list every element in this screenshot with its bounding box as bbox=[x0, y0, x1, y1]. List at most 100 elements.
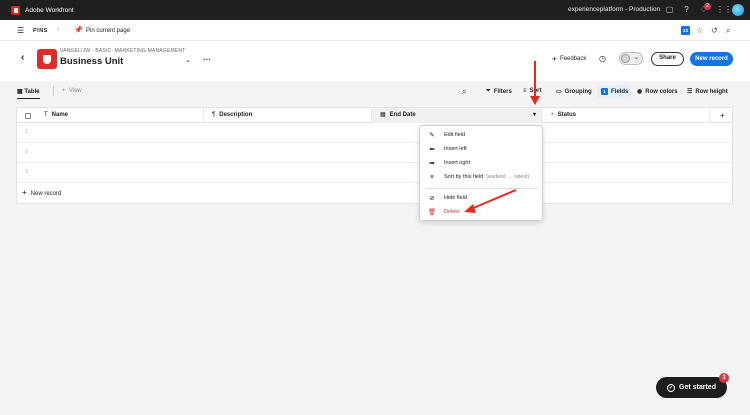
row-number: 2 bbox=[25, 149, 28, 155]
pins-label[interactable]: PINS bbox=[33, 28, 48, 34]
grouping-button[interactable]: ▭ Grouping bbox=[556, 88, 592, 96]
table-header: T Name ¶ Description ▦ End Date ▾ ◔ Status + bbox=[17, 108, 732, 123]
page-title: Business Unit bbox=[60, 56, 124, 67]
grouping-label: Grouping bbox=[564, 88, 592, 95]
check-circle-icon: ✓ bbox=[667, 383, 676, 392]
chevron-down-icon[interactable]: ⌄ bbox=[185, 56, 191, 64]
plus-icon: + bbox=[22, 188, 27, 197]
chevron-down-icon[interactable]: ▾ bbox=[533, 108, 536, 123]
megaphone-icon: ✈ bbox=[552, 57, 558, 63]
divider bbox=[53, 86, 54, 96]
row-number: 3 bbox=[25, 169, 28, 175]
tab-table-view[interactable]: ▦ Table bbox=[17, 88, 40, 99]
text-field-icon: T bbox=[44, 112, 48, 118]
row-height-label: Row height bbox=[695, 88, 728, 95]
feedback-button[interactable]: ✈ Feedback bbox=[552, 56, 586, 63]
fields-label: Fields bbox=[611, 88, 629, 95]
search-icon[interactable]: ⌕ bbox=[726, 26, 730, 36]
sort-button[interactable]: ≡ Sort bbox=[523, 88, 542, 94]
add-column-button[interactable]: + bbox=[720, 111, 725, 120]
row-colors-label: Row colors bbox=[645, 88, 678, 95]
view-toolbar: ▦ Table + View ⌕ ⏷ Filters ≡ Sort ▭ Groupin… bbox=[0, 81, 750, 103]
table-row[interactable]: 1 bbox=[17, 123, 732, 143]
menu-divider bbox=[426, 188, 538, 189]
app-name[interactable]: Adobe Workfront bbox=[25, 7, 74, 14]
chat-icon[interactable]: ▢ bbox=[665, 5, 674, 14]
fields-button[interactable]: 1 Fields bbox=[601, 88, 628, 95]
pin-icon[interactable]: 📌 bbox=[74, 26, 83, 34]
row-colors-button[interactable]: ◉ Row colors bbox=[637, 88, 678, 96]
get-started-badge: 3 bbox=[719, 373, 729, 383]
business-unit-icon bbox=[37, 49, 57, 69]
select-all-checkbox[interactable] bbox=[25, 113, 31, 119]
menu-item-label: Sort by this field bbox=[444, 174, 484, 180]
pin-current-page-button[interactable]: Pin current page bbox=[86, 28, 130, 34]
column-label: End Date bbox=[389, 112, 416, 118]
collaborators-toggle[interactable]: ⌄ bbox=[619, 52, 643, 65]
calendar-icon[interactable]: 23 bbox=[681, 26, 690, 35]
add-view-button[interactable]: + View bbox=[62, 88, 82, 94]
filter-icon: ⏷ bbox=[486, 88, 491, 94]
records-table: T Name ¶ Description ▦ End Date ▾ ◔ Status + … bbox=[16, 107, 733, 204]
menu-item-insert-right[interactable]: ➡ Insert right bbox=[420, 157, 544, 169]
eye-off-icon: ⊘ bbox=[429, 195, 435, 202]
menu-item-label: Edit field bbox=[444, 132, 466, 138]
row-height-icon: ☰ bbox=[687, 89, 693, 95]
chevron-right-icon: › bbox=[57, 26, 60, 33]
column-header-description[interactable]: ¶ Description bbox=[204, 108, 372, 123]
help-icon[interactable]: ? bbox=[682, 5, 691, 14]
search-icon[interactable]: ⌕ bbox=[462, 87, 466, 97]
user-avatar[interactable] bbox=[732, 4, 744, 16]
column-header-status[interactable]: ◔ Status bbox=[542, 108, 710, 123]
more-icon[interactable]: ··· bbox=[203, 55, 211, 64]
page-header: ‹ VANGELIJW - BASIC: MARKETING MANAGEMEN… bbox=[0, 41, 750, 81]
menu-item-insert-left[interactable]: ⬅ Insert left bbox=[420, 143, 544, 155]
palette-icon: ◉ bbox=[637, 89, 643, 95]
calendar-icon: ▦ bbox=[380, 112, 386, 118]
paragraph-icon: ¶ bbox=[212, 112, 216, 118]
pencil-icon: ✎ bbox=[429, 132, 435, 139]
column-label: Status bbox=[557, 112, 576, 118]
sort-label: Sort bbox=[529, 88, 542, 94]
trash-icon: 🗑 bbox=[427, 209, 437, 216]
get-started-button[interactable]: ✓ Get started 3 bbox=[656, 373, 729, 398]
table-row[interactable]: 2 bbox=[17, 143, 732, 163]
apps-grid-icon[interactable]: ⋮⋮ bbox=[716, 5, 732, 14]
new-record-row-button[interactable]: + New record bbox=[17, 183, 732, 203]
breadcrumb[interactable]: VANGELIJW - BASIC: MARKETING MANAGEMENT bbox=[60, 48, 186, 54]
pins-bar: ☰ PINS › 📌 Pin current page 23 ☆ ↺ ⌕ bbox=[0, 20, 750, 41]
fields-count-badge: 1 bbox=[601, 88, 608, 95]
recent-icon[interactable]: ↺ bbox=[711, 26, 718, 35]
org-switcher[interactable]: experienceplatform - Production bbox=[568, 6, 660, 13]
menu-item-hide-field[interactable]: ⊘ Hide field bbox=[420, 192, 544, 204]
workfront-logo-icon[interactable] bbox=[11, 5, 20, 15]
star-icon[interactable]: ☆ bbox=[696, 26, 703, 35]
notification-badge: 2 bbox=[704, 3, 711, 10]
column-header-end-date[interactable]: ▦ End Date ▾ bbox=[372, 108, 542, 123]
menu-item-label: Delete bbox=[444, 209, 460, 215]
share-button[interactable]: Share bbox=[651, 52, 684, 66]
menu-item-sort-by-field[interactable]: ≡ Sort by this field (earliest → latest) bbox=[420, 171, 544, 183]
row-height-button[interactable]: ☰ Row height bbox=[687, 88, 728, 96]
menu-item-delete[interactable]: 🗑 Delete bbox=[420, 206, 544, 218]
avatar bbox=[621, 54, 630, 63]
row-number: 1 bbox=[25, 129, 28, 135]
arrow-right-icon: ➡ bbox=[429, 160, 435, 167]
new-record-label: New record bbox=[30, 191, 62, 197]
column-label: Description bbox=[219, 112, 253, 118]
tab-table-label: Table bbox=[24, 89, 40, 95]
menu-item-edit-field[interactable]: ✎ Edit field bbox=[420, 129, 544, 141]
column-label: Name bbox=[51, 112, 69, 118]
feedback-label: Feedback bbox=[560, 56, 587, 62]
column-header-name[interactable]: T Name bbox=[36, 108, 204, 123]
back-icon[interactable]: ‹ bbox=[21, 52, 24, 63]
sort-icon: ≡ bbox=[523, 88, 527, 94]
new-record-button[interactable]: New record bbox=[690, 52, 733, 66]
history-icon[interactable]: ◷ bbox=[599, 54, 606, 63]
menu-item-label: Insert left bbox=[444, 146, 467, 152]
filters-button[interactable]: ⏷ Filters bbox=[486, 88, 512, 95]
menu-icon[interactable]: ☰ bbox=[17, 26, 24, 35]
table-row[interactable]: 3 bbox=[17, 163, 732, 183]
arrow-left-icon: ⬅ bbox=[429, 146, 435, 153]
app-bar: Adobe Workfront experienceplatform - Pro… bbox=[0, 0, 750, 20]
